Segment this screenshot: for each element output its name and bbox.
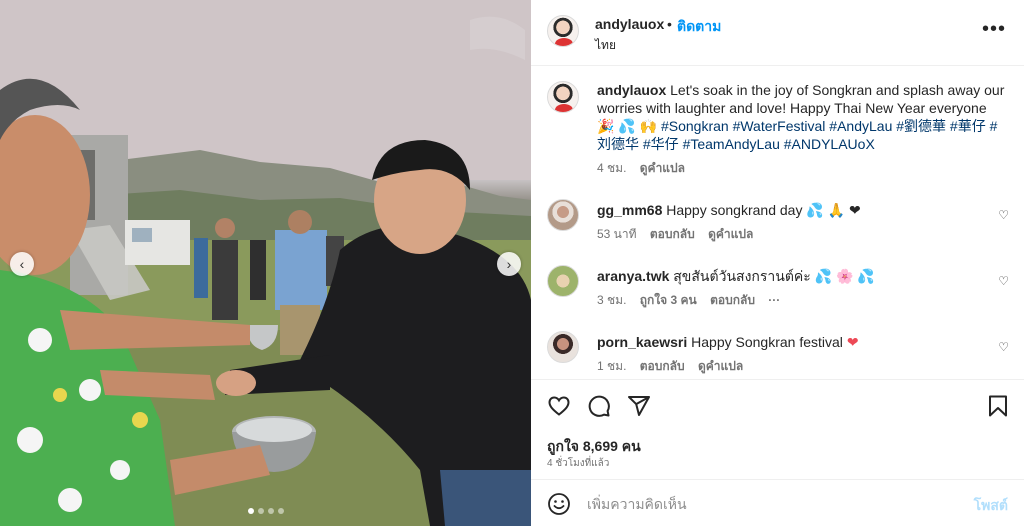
comment-meta: 1 ชม. ตอบกลับ ดูคำแปล (597, 357, 1007, 376)
reply-button[interactable]: ตอบกลับ (650, 227, 695, 241)
comment-like-heart-icon[interactable]: ♡ (998, 340, 1009, 354)
reply-button[interactable]: ตอบกลับ (640, 359, 685, 373)
caption-username[interactable]: andylauox (597, 82, 666, 98)
commenter-avatar[interactable] (547, 199, 579, 231)
comment-username[interactable]: porn_kaewsri (597, 334, 687, 350)
translate-link[interactable]: ดูคำแปล (698, 359, 743, 373)
comment-item: gg_mm68 Happy songkrand day 💦 🙏 ❤ 53 นาท… (547, 199, 1009, 244)
likes-count[interactable]: ถูกใจ 8,699 คน (547, 436, 641, 458)
caption-emojis: 🎉 💦 🙌 (597, 118, 658, 134)
comment-emojis: 💦 🙏 ❤ (806, 202, 861, 218)
comment-meta: 3 ชม. ถูกใจ 3 คน ตอบกลับ ··· (597, 291, 1007, 310)
comment-item: porn_kaewsri Happy Songkran festival ❤ 1… (547, 331, 1009, 376)
post-location[interactable]: ไทย (595, 36, 616, 55)
comments-section[interactable]: andylauox Let's soak in the joy of Songk… (531, 67, 1024, 379)
bookmark-icon[interactable] (986, 394, 1010, 418)
comment-like-heart-icon[interactable]: ♡ (998, 274, 1009, 288)
comment-composer: โพสต์ (531, 479, 1024, 526)
caption-body: andylauox Let's soak in the joy of Songk… (597, 81, 1007, 153)
caption-hashtags[interactable]: #Songkran #WaterFestival #AndyLau #劉德華 #… (597, 118, 997, 152)
caption-meta: 4 ชม. ดูคำแปล (597, 159, 1007, 178)
heart-icon[interactable] (547, 394, 571, 418)
carousel-dot (257, 508, 264, 514)
post-sidebar: andylauox • ติดตาม ไทย ••• andylauox Let… (531, 0, 1024, 526)
comment-emojis: 💦 🌸 💦 (814, 268, 875, 284)
comment-time: 53 นาที (597, 227, 637, 241)
share-icon[interactable] (627, 394, 651, 418)
commenter-avatar[interactable] (547, 265, 579, 297)
carousel-dot (247, 508, 254, 514)
separator-dot: • (667, 16, 672, 32)
carousel-dot (277, 508, 284, 514)
comment-emojis: ❤ (846, 334, 859, 350)
post-actions: ถูกใจ 8,699 คน 4 ชั่วโมงที่แล้ว (531, 379, 1024, 479)
comment-body: porn_kaewsri Happy Songkran festival ❤ (597, 331, 1007, 351)
comment-meta: 53 นาที ตอบกลับ ดูคำแปล (597, 225, 1007, 244)
chevron-left-icon: ‹ (19, 256, 25, 272)
post-comment-button[interactable]: โพสต์ (974, 495, 1008, 517)
carousel-dot (267, 508, 274, 514)
comment-time: 3 ชม. (597, 293, 627, 307)
carousel-next-button[interactable]: › (497, 252, 521, 276)
carousel-prev-button[interactable]: ‹ (10, 252, 34, 276)
caption-time: 4 ชม. (597, 161, 627, 175)
comment-icon[interactable] (587, 394, 611, 418)
post-timestamp[interactable]: 4 ชั่วโมงที่แล้ว (547, 456, 609, 471)
comment-time: 1 ชม. (597, 359, 627, 373)
reply-button[interactable]: ตอบกลับ (710, 293, 755, 307)
comment-body: gg_mm68 Happy songkrand day 💦 🙏 ❤ (597, 199, 1007, 219)
more-horizontal-icon[interactable]: ••• (982, 18, 1006, 41)
post-caption: andylauox Let's soak in the joy of Songk… (547, 81, 1007, 178)
comment-likes-count[interactable]: ถูกใจ 3 คน (640, 293, 697, 307)
comment-like-heart-icon[interactable]: ♡ (998, 208, 1009, 222)
comment-more-button[interactable]: ··· (768, 293, 780, 307)
translate-link[interactable]: ดูคำแปล (708, 227, 753, 241)
photo-illustration (0, 0, 531, 526)
author-username[interactable]: andylauox (595, 16, 664, 32)
emoji-icon[interactable] (547, 492, 571, 516)
comment-item: aranya.twk สุขสันต์วันสงกรานต์ค่ะ 💦 🌸 💦 … (547, 265, 1009, 310)
follow-button[interactable]: ติดตาม (677, 16, 721, 38)
comment-body: aranya.twk สุขสันต์วันสงกรานต์ค่ะ 💦 🌸 💦 (597, 265, 1007, 285)
translate-link[interactable]: ดูคำแปล (640, 161, 685, 175)
chevron-right-icon: › (506, 256, 512, 272)
comment-input[interactable] (587, 493, 947, 515)
author-avatar[interactable] (547, 81, 579, 113)
comment-username[interactable]: aranya.twk (597, 268, 669, 284)
post-header: andylauox • ติดตาม ไทย ••• (531, 0, 1024, 66)
carousel-indicator (0, 508, 531, 514)
comment-text: สุขสันต์วันสงกรานต์ค่ะ (673, 268, 811, 284)
commenter-avatar[interactable] (547, 331, 579, 363)
comment-text: Happy songkrand day (666, 202, 803, 218)
author-avatar[interactable] (547, 15, 579, 47)
comment-text: Happy Songkran festival (691, 334, 843, 350)
comment-username[interactable]: gg_mm68 (597, 202, 662, 218)
post-photo[interactable]: ‹ › (0, 0, 531, 526)
